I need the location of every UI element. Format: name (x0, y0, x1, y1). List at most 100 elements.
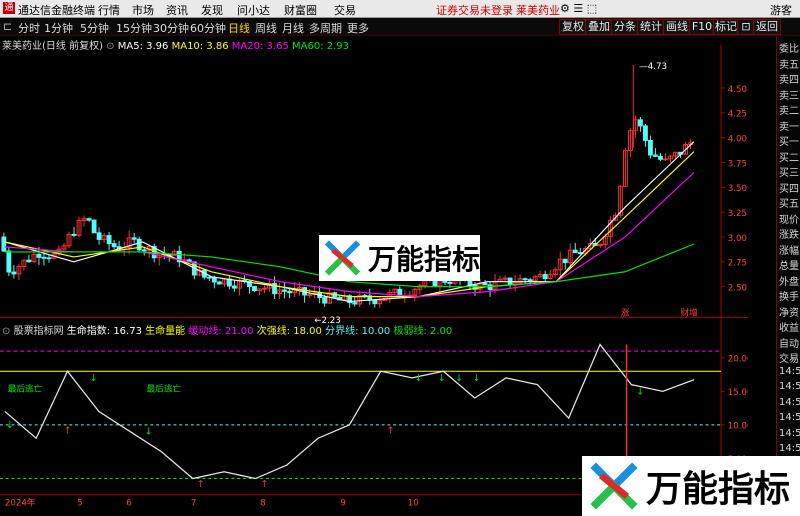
app-title: 通达信金融终端 (18, 4, 95, 17)
side-panel-label: 14:5 (779, 381, 800, 392)
indicator-legend: ⊙ 股票指标网 生命指数: 16.73 生命量能 缓动线: 21.00 次强线:… (2, 322, 452, 337)
candle-body (216, 281, 222, 285)
toolbar-toggle-icon[interactable]: ⊏ (3, 20, 12, 33)
price-tick-label: 4.25 (728, 110, 747, 120)
extreme-line-label: 极弱线: 2.00 (393, 326, 453, 337)
side-panel-label: 买五 (779, 199, 799, 210)
price-tick-label: 3.50 (728, 184, 747, 194)
price-tick-label: 3.25 (728, 209, 747, 219)
current-stock-name: 莱美药业 (516, 4, 560, 17)
candle-body (527, 279, 533, 282)
f10-button[interactable]: F10 (689, 19, 715, 35)
candle-body (106, 235, 112, 245)
indicator-close-icon[interactable]: ⊙ (2, 326, 10, 337)
period-5min[interactable]: 5分钟 (80, 20, 109, 36)
date-tick-label: 9 (340, 498, 346, 508)
menubar: 通 通达信金融终端 行情 市场 资讯 发现 问小达 财富圈 交易 证券交易未登录… (0, 0, 800, 18)
fanhui-button[interactable]: 返回 (753, 19, 781, 35)
period-month[interactable]: 月线 (282, 20, 304, 36)
indicator-label: 最后逃亡 (8, 382, 43, 394)
candle-body (643, 125, 648, 141)
candle-body (572, 249, 578, 254)
indicator-tick-label: 10.00 (728, 422, 748, 432)
period-week[interactable]: 周线 (255, 20, 277, 36)
period-30min[interactable]: 30分钟 (153, 20, 189, 36)
side-panel-label: 卖三 (779, 90, 799, 102)
user-label[interactable]: 游客 (770, 2, 792, 18)
candle-body (663, 158, 668, 161)
menu-item-faxian[interactable]: 发现 (201, 2, 223, 18)
candle-body (11, 271, 17, 275)
menu-item-caifuquan[interactable]: 财富圈 (284, 2, 317, 18)
ma60-label: MA60: 2.93 (292, 41, 350, 52)
life-line-label: 生命量能 (145, 326, 186, 337)
menu-item-hangqing[interactable]: 行情 (98, 2, 120, 18)
candle-body (71, 233, 77, 236)
biaoji-button[interactable]: 标记 (713, 19, 739, 35)
candle-body (111, 243, 117, 248)
watermark-icon-large (590, 462, 638, 510)
period-more[interactable]: 更多 (347, 20, 369, 36)
side-panel-label: 买二 (779, 152, 799, 164)
menu-item-shichang[interactable]: 市场 (132, 2, 154, 18)
side-panel-label: 净资 (779, 307, 799, 319)
candle-body (262, 287, 267, 290)
period-15min[interactable]: 15分钟 (116, 20, 152, 36)
side-panel-label: 14:5 (779, 443, 800, 454)
sell-arrow-icon: ↓ (6, 420, 14, 431)
candle-body (282, 289, 287, 292)
date-tick-label: 7 (191, 498, 197, 508)
sell-arrow-icon: ↓ (438, 373, 446, 384)
candle-body (36, 253, 42, 258)
buy-arrow-icon: ↑ (387, 425, 395, 436)
diejia-button[interactable]: 叠加 (585, 19, 613, 35)
side-panel-label: 14:5 (779, 396, 800, 408)
life-index-label: 生命指数: 16.73 (66, 326, 142, 337)
fuquan-button[interactable]: 复权 (559, 19, 587, 35)
buy-arrow-icon: ↑ (197, 479, 205, 490)
ma20-label: MA20: 3.65 (231, 41, 289, 52)
candle-body (447, 281, 453, 284)
menu-item-jiaoyi[interactable]: 交易 (334, 2, 356, 18)
period-fenshi[interactable]: 分时 (18, 20, 40, 36)
indicator-tick-label: 15.00 (728, 388, 748, 398)
candle-body (211, 277, 217, 283)
window-menu-icons[interactable]: ⚙ ☰ ⬚ (560, 2, 597, 15)
menu-item-zixun[interactable]: 资讯 (166, 2, 188, 18)
ma5-label: MA5: 3.96 (117, 41, 169, 52)
tongji-button[interactable]: 统计 (637, 19, 665, 35)
candle-body (638, 119, 643, 127)
period-1min[interactable]: 1分钟 (44, 20, 73, 36)
price-tick-label: 4.00 (728, 134, 747, 144)
candle-body (91, 219, 97, 234)
period-toolbar: ⊏ 分时 1分钟 5分钟 15分钟 30分钟 60分钟 日线 周线 月线 多周期… (0, 18, 800, 36)
period-multi[interactable]: 多周期 (309, 20, 342, 36)
buy-arrow-icon: ↑ (64, 425, 72, 436)
candle-body (352, 302, 358, 305)
candle-body (487, 284, 493, 291)
price-tick-label: 2.75 (728, 259, 747, 269)
sell-arrow-icon: ↓ (455, 373, 463, 384)
fentiao-button[interactable]: 分条 (611, 19, 639, 35)
side-panel-label: 涨跌 (779, 230, 799, 241)
ma10-label: MA10: 3.86 (171, 41, 229, 52)
candle-body (522, 278, 528, 281)
period-60min[interactable]: 60分钟 (190, 20, 226, 36)
huaxian-button[interactable]: 画线 (663, 19, 691, 35)
candle-body (562, 258, 568, 264)
login-notice[interactable]: 证券交易未登录 (436, 2, 513, 18)
event-tag-zhang: 涨 (621, 308, 630, 319)
date-tick-label: 8 (260, 498, 266, 508)
indicator-tick-label: 20.00 (728, 355, 748, 365)
candle-body (41, 256, 47, 259)
menu-item-wenxiaoda[interactable]: 问小达 (237, 2, 270, 18)
sell-arrow-icon: ↓ (636, 386, 644, 397)
watermark-logo: 万能指标 (319, 235, 480, 281)
period-day[interactable]: 日线 (228, 20, 250, 36)
weak-line-label: 次强线: 18.00 (256, 326, 322, 337)
candle-body (372, 299, 378, 305)
side-panel-label: 14:5 (779, 365, 800, 377)
indicator-label: 最后逃亡 (147, 382, 182, 394)
settings-icon[interactable]: ⊙ (106, 41, 114, 52)
candle-body (658, 155, 663, 160)
